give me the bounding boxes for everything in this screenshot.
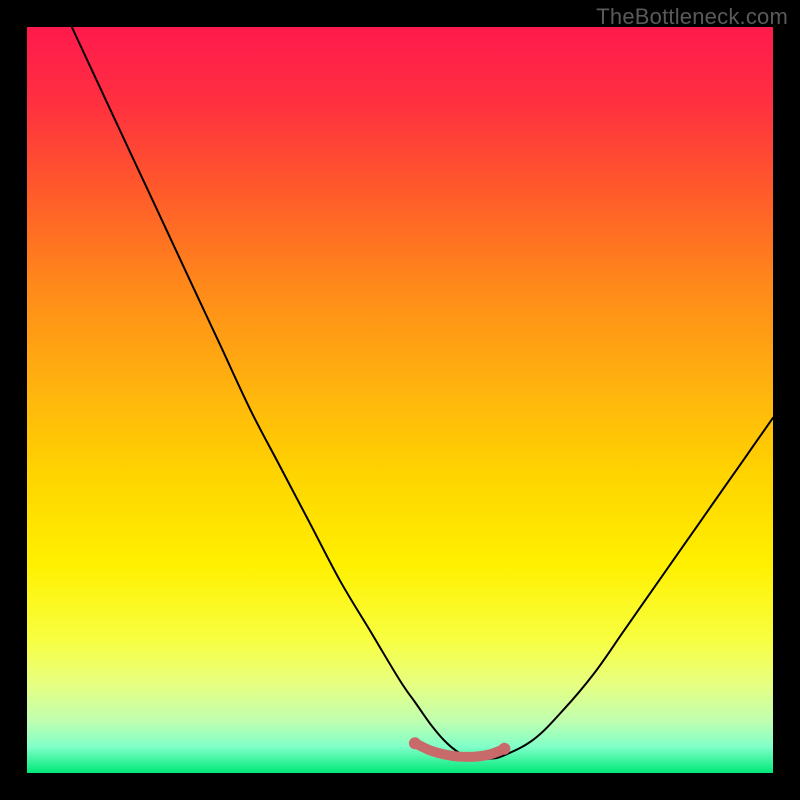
bottleneck-curve	[72, 27, 773, 759]
watermark-text: TheBottleneck.com	[596, 4, 788, 30]
chart-frame: TheBottleneck.com	[0, 0, 800, 800]
sweet-spot-endpoint	[498, 743, 510, 755]
plot-area	[27, 27, 773, 773]
sweet-spot-highlight	[415, 743, 505, 757]
sweet-spot-endpoint	[409, 737, 421, 749]
curve-layer	[27, 27, 773, 773]
